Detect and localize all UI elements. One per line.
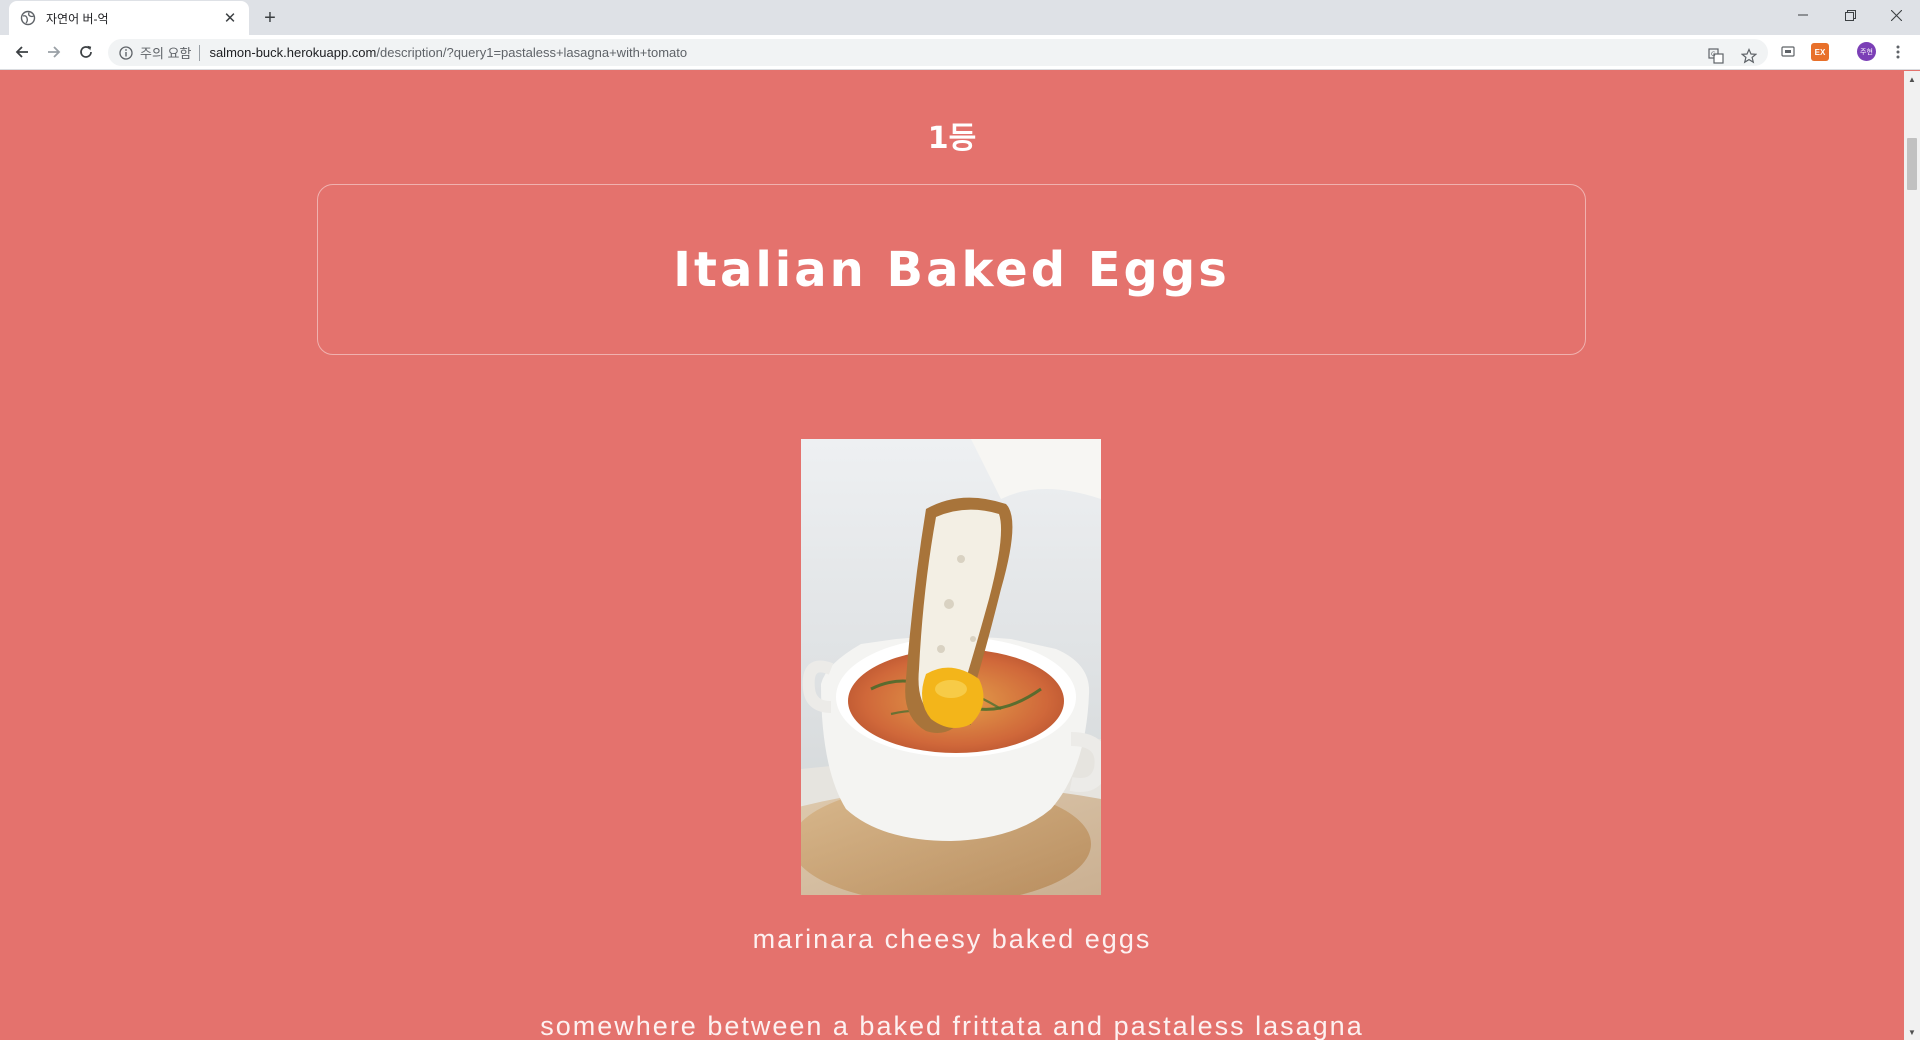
recipe-title-card: Italian Baked Eggs: [317, 184, 1586, 355]
cast-extension-icon[interactable]: [1779, 43, 1797, 61]
omnibox-divider: [199, 44, 201, 61]
url-path: /description/?query1=pastaless+lasagna+w…: [376, 45, 688, 60]
scroll-down-icon[interactable]: ▼: [1904, 1024, 1920, 1040]
translate-icon[interactable]: G: [1705, 45, 1727, 67]
new-tab-button[interactable]: +: [258, 6, 282, 30]
reload-icon[interactable]: [72, 38, 100, 66]
close-window-icon[interactable]: [1873, 0, 1919, 30]
browser-toolbar: 주의 요함 salmon-buck.herokuapp.com /descrip…: [0, 35, 1920, 70]
rank-label: 1등: [927, 121, 977, 156]
recipe-photo: [801, 439, 1101, 895]
bookmark-star-icon[interactable]: [1738, 45, 1760, 67]
tab-strip: 자연어 버-억 ✕ +: [0, 0, 1920, 35]
recipe-title: Italian Baked Eggs: [673, 241, 1230, 298]
extension-icon[interactable]: EX: [1811, 43, 1829, 61]
scroll-up-icon[interactable]: ▲: [1904, 71, 1920, 87]
profile-avatar[interactable]: 주현: [1857, 42, 1876, 61]
page-viewport: 1등 Italian Baked Eggs marinara cheesy ba…: [0, 71, 1904, 1040]
svg-text:G: G: [1711, 51, 1716, 58]
back-icon[interactable]: [8, 38, 36, 66]
globe-icon: [20, 10, 36, 26]
image-caption: marinara cheesy baked eggs: [752, 924, 1152, 954]
browser-tab[interactable]: 자연어 버-억 ✕: [9, 1, 249, 35]
url-host: salmon-buck.herokuapp.com: [209, 45, 377, 60]
page-scrollbar[interactable]: ▲ ▼: [1904, 71, 1920, 1040]
menu-dots-icon[interactable]: [1889, 43, 1907, 61]
close-tab-icon[interactable]: ✕: [221, 9, 239, 27]
forward-icon[interactable]: [40, 38, 68, 66]
minimize-icon[interactable]: [1780, 0, 1826, 30]
security-status-label[interactable]: 주의 요함: [140, 43, 191, 62]
scrollbar-thumb[interactable]: [1907, 138, 1917, 190]
restore-icon[interactable]: [1827, 0, 1873, 30]
info-icon[interactable]: [118, 45, 134, 61]
tab-title: 자연어 버-억: [46, 11, 109, 26]
recipe-description: somewhere between a baked frittata and p…: [540, 1011, 1364, 1040]
address-bar[interactable]: 주의 요함 salmon-buck.herokuapp.com /descrip…: [108, 39, 1768, 66]
